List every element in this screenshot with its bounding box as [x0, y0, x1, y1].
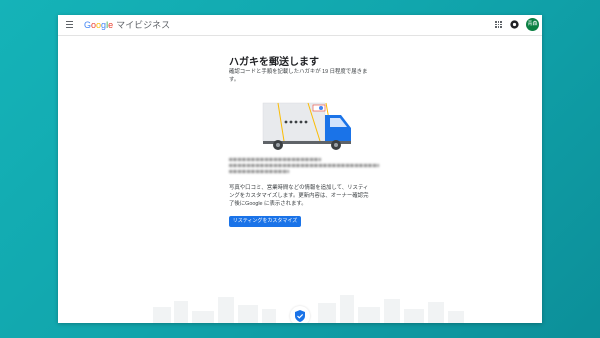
page-description: 確認コードと手順を記載したハガキが 19 日程度で届きます。	[229, 69, 368, 83]
customize-listing-button[interactable]: リスティングをカスタマイズ	[229, 216, 301, 227]
product-name: マイビジネス	[116, 20, 171, 30]
avatar[interactable]: 青森	[526, 18, 539, 31]
customize-description: 写真や口コミ、営業時間などの情報を追加して、リスティングをカスタマイズします。更…	[229, 185, 369, 207]
redacted-address	[229, 158, 379, 178]
verified-badge	[290, 306, 310, 323]
verified-shield-icon	[295, 310, 305, 322]
google-logo: Google	[84, 20, 114, 30]
page-title: ハガキを郵送します	[229, 57, 319, 68]
browser-window: Google マイビジネス 青森 ハガキを郵送します 確認コードと手順を記載したハ…	[58, 15, 542, 323]
apps-icon[interactable]	[495, 21, 502, 28]
app-brand[interactable]: Google マイビジネス	[84, 19, 170, 31]
top-app-bar: Google マイビジネス 青森	[58, 15, 542, 36]
menu-icon[interactable]	[66, 21, 73, 28]
truck-illustration	[262, 102, 351, 150]
gear-icon[interactable]	[509, 19, 520, 30]
